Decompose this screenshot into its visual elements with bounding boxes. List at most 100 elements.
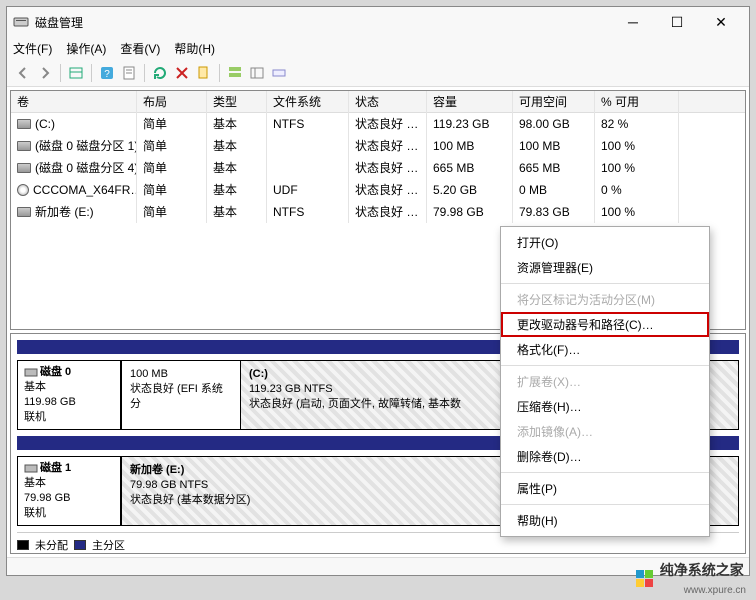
vol-pct: 100 % bbox=[595, 135, 679, 157]
menu-item[interactable]: 资源管理器(E) bbox=[501, 255, 709, 280]
list-button[interactable] bbox=[225, 63, 245, 83]
menu-help[interactable]: 帮助(H) bbox=[174, 40, 215, 57]
vol-fs bbox=[267, 157, 349, 179]
vol-type: 基本 bbox=[207, 135, 267, 157]
vol-layout: 简单 bbox=[137, 135, 207, 157]
vol-fs: NTFS bbox=[267, 201, 349, 223]
vol-status: 状态良好 (… bbox=[349, 201, 427, 223]
vol-cap: 665 MB bbox=[427, 157, 513, 179]
properties-button[interactable] bbox=[119, 63, 139, 83]
col-status[interactable]: 状态 bbox=[349, 91, 427, 113]
vol-free: 100 MB bbox=[513, 135, 595, 157]
disk-icon bbox=[24, 461, 38, 475]
vol-cap: 119.23 GB bbox=[427, 113, 513, 135]
back-button[interactable] bbox=[13, 63, 33, 83]
vol-fs: UDF bbox=[267, 179, 349, 201]
vol-status: 状态良好 (… bbox=[349, 179, 427, 201]
svg-text:?: ? bbox=[104, 69, 110, 80]
forward-button[interactable] bbox=[35, 63, 55, 83]
table-row[interactable]: (磁盘 0 磁盘分区 1)简单基本状态良好 (…100 MB100 MB100 … bbox=[11, 135, 745, 157]
col-free[interactable]: 可用空间 bbox=[513, 91, 595, 113]
menu-item: 扩展卷(X)… bbox=[501, 369, 709, 394]
legend-unallocated: 未分配 bbox=[35, 537, 68, 553]
table-row[interactable]: (C:)简单基本NTFS状态良好 (…119.23 GB98.00 GB82 % bbox=[11, 113, 745, 135]
vol-cap: 100 MB bbox=[427, 135, 513, 157]
drive-icon bbox=[17, 207, 31, 217]
menu-item[interactable]: 压缩卷(H)… bbox=[501, 394, 709, 419]
watermark: 纯净系统之家 www.xpure.cn bbox=[636, 560, 746, 596]
table-row[interactable]: CCCOMA_X64FR…简单基本UDF状态良好 (…5.20 GB0 MB0 … bbox=[11, 179, 745, 201]
detail-button[interactable] bbox=[247, 63, 267, 83]
titlebar[interactable]: 磁盘管理 ─ ☐ ✕ bbox=[7, 7, 749, 37]
drive-icon bbox=[17, 163, 31, 173]
maximize-button[interactable]: ☐ bbox=[655, 7, 699, 37]
vol-layout: 简单 bbox=[137, 157, 207, 179]
vol-free: 665 MB bbox=[513, 157, 595, 179]
disk-label[interactable]: 磁盘 1基本79.98 GB联机 bbox=[17, 456, 121, 526]
vol-status: 状态良好 (… bbox=[349, 113, 427, 135]
col-volume[interactable]: 卷 bbox=[11, 91, 137, 113]
help-button[interactable]: ? bbox=[97, 63, 117, 83]
menu-item[interactable]: 属性(P) bbox=[501, 476, 709, 501]
vol-layout: 简单 bbox=[137, 179, 207, 201]
watermark-logo-icon bbox=[636, 569, 654, 587]
context-menu: 打开(O)资源管理器(E) 将分区标记为活动分区(M)更改驱动器号和路径(C)…格… bbox=[500, 226, 710, 537]
vol-pct: 100 % bbox=[595, 157, 679, 179]
menu-item[interactable]: 帮助(H) bbox=[501, 508, 709, 533]
menu-item: 将分区标记为活动分区(M) bbox=[501, 287, 709, 312]
window-title: 磁盘管理 bbox=[35, 14, 611, 31]
disc-icon bbox=[17, 184, 29, 196]
graphical-button[interactable] bbox=[269, 63, 289, 83]
vol-name: 新加卷 (E:) bbox=[35, 201, 94, 223]
col-layout[interactable]: 布局 bbox=[137, 91, 207, 113]
vol-name: CCCOMA_X64FR… bbox=[33, 179, 137, 201]
legend-unallocated-swatch bbox=[17, 540, 29, 550]
col-type[interactable]: 类型 bbox=[207, 91, 267, 113]
legend-primary: 主分区 bbox=[92, 537, 125, 553]
table-row[interactable]: 新加卷 (E:)简单基本NTFS状态良好 (…79.98 GB79.83 GB1… bbox=[11, 201, 745, 223]
menu-action[interactable]: 操作(A) bbox=[66, 40, 106, 57]
col-capacity[interactable]: 容量 bbox=[427, 91, 513, 113]
vol-type: 基本 bbox=[207, 179, 267, 201]
watermark-url: www.xpure.cn bbox=[684, 585, 746, 596]
menu-view[interactable]: 查看(V) bbox=[120, 40, 160, 57]
disk-icon bbox=[24, 365, 38, 379]
partition[interactable]: 100 MB状态良好 (EFI 系统分 bbox=[121, 360, 241, 430]
menu-item[interactable]: 更改驱动器号和路径(C)… bbox=[501, 312, 709, 337]
vol-name: (磁盘 0 磁盘分区 4) bbox=[35, 157, 137, 179]
col-pct[interactable]: % 可用 bbox=[595, 91, 679, 113]
legend-primary-swatch bbox=[74, 540, 86, 550]
minimize-button[interactable]: ─ bbox=[611, 7, 655, 37]
close-button[interactable]: ✕ bbox=[699, 7, 743, 37]
vol-free: 0 MB bbox=[513, 179, 595, 201]
vol-name: (磁盘 0 磁盘分区 1) bbox=[35, 135, 137, 157]
vol-pct: 0 % bbox=[595, 179, 679, 201]
menubar: 文件(F) 操作(A) 查看(V) 帮助(H) bbox=[7, 37, 749, 59]
table-view-button[interactable] bbox=[66, 63, 86, 83]
drive-icon bbox=[17, 119, 31, 129]
watermark-name: 纯净系统之家 bbox=[660, 562, 744, 578]
vol-layout: 简单 bbox=[137, 113, 207, 135]
app-icon bbox=[13, 14, 29, 30]
menu-item[interactable]: 删除卷(D)… bbox=[501, 444, 709, 469]
vol-cap: 79.98 GB bbox=[427, 201, 513, 223]
vol-cap: 5.20 GB bbox=[427, 179, 513, 201]
vol-layout: 简单 bbox=[137, 201, 207, 223]
menu-file[interactable]: 文件(F) bbox=[13, 40, 52, 57]
menu-item[interactable]: 格式化(F)… bbox=[501, 337, 709, 362]
col-fs[interactable]: 文件系统 bbox=[267, 91, 349, 113]
menu-item[interactable]: 打开(O) bbox=[501, 230, 709, 255]
vol-status: 状态良好 (… bbox=[349, 135, 427, 157]
new-button[interactable] bbox=[194, 63, 214, 83]
vol-fs: NTFS bbox=[267, 113, 349, 135]
vol-type: 基本 bbox=[207, 113, 267, 135]
disk-label[interactable]: 磁盘 0基本119.98 GB联机 bbox=[17, 360, 121, 430]
vol-status: 状态良好 (… bbox=[349, 157, 427, 179]
vol-free: 98.00 GB bbox=[513, 113, 595, 135]
refresh-button[interactable] bbox=[150, 63, 170, 83]
toolbar: ? bbox=[7, 59, 749, 87]
vol-free: 79.83 GB bbox=[513, 201, 595, 223]
menu-item: 添加镜像(A)… bbox=[501, 419, 709, 444]
delete-button[interactable] bbox=[172, 63, 192, 83]
table-row[interactable]: (磁盘 0 磁盘分区 4)简单基本状态良好 (…665 MB665 MB100 … bbox=[11, 157, 745, 179]
